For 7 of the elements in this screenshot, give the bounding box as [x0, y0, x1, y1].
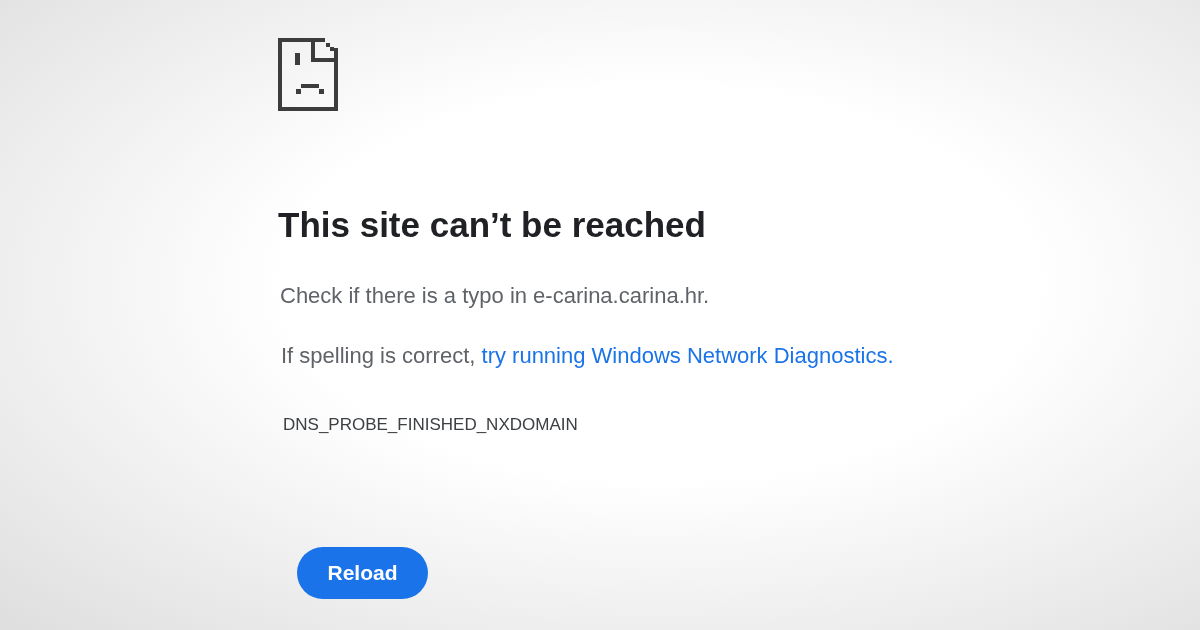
typo-message: Check if there is a typo in e-carina.carina.hr. [280, 282, 710, 310]
reload-button[interactable]: Reload [297, 547, 428, 599]
error-code: DNS_PROBE_FINISHED_NXDOMAIN [283, 414, 578, 436]
diagnostics-link[interactable]: try running Windows Network Diagnostics. [481, 343, 894, 368]
sad-page-icon [278, 38, 338, 111]
error-heading: This site can’t be reached [278, 204, 706, 246]
suggestion-text: If spelling is correct, try running Windows Network Diagnostics. [281, 342, 894, 370]
